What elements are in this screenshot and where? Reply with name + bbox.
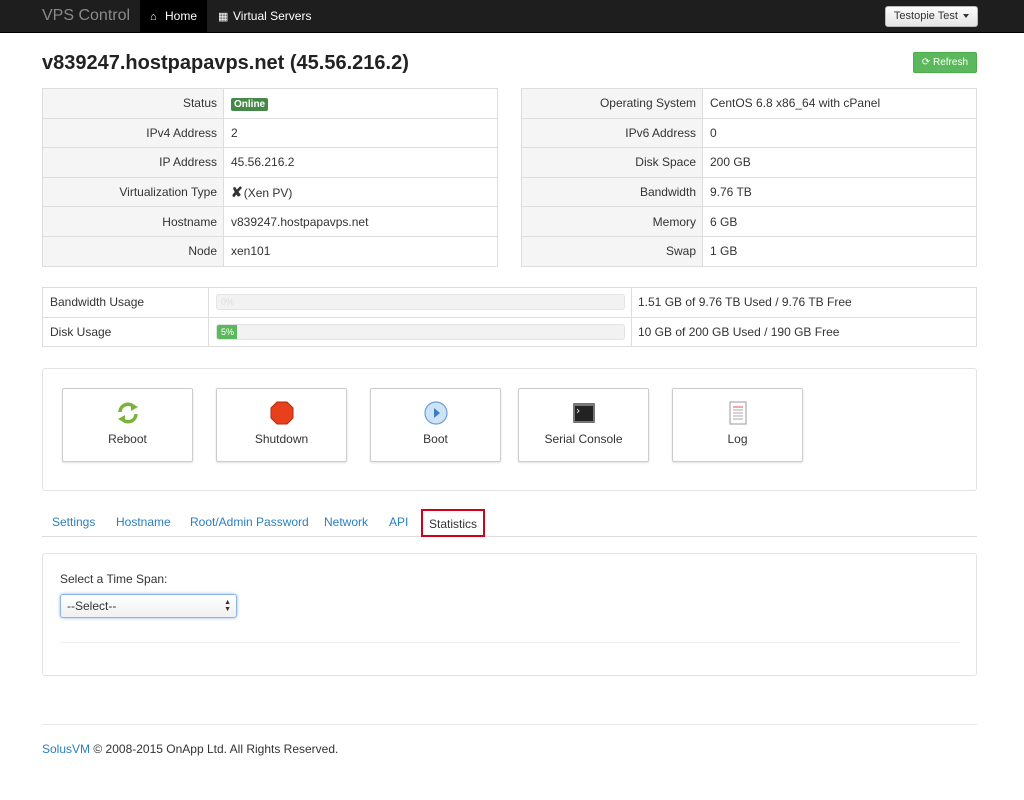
- info-row-memory: Memory 6 GB: [521, 206, 977, 237]
- xen-icon: ✘: [231, 183, 243, 200]
- info-row-hostname: Hostname v839247.hostpapavps.net: [42, 206, 498, 237]
- log-label: Log: [727, 432, 748, 446]
- info-label: Status: [42, 88, 224, 119]
- usage-label: Disk Usage: [42, 316, 209, 347]
- info-value: xen101: [223, 235, 498, 267]
- info-value: (Xen PV): [243, 185, 293, 200]
- user-menu-button[interactable]: Testopie Test: [884, 6, 978, 27]
- info-row-node: Node xen101: [42, 235, 498, 267]
- refresh-button[interactable]: ⟳ Refresh: [912, 52, 977, 73]
- notepad-icon: [729, 401, 746, 425]
- info-row-status: Status Online: [42, 88, 498, 119]
- divider: [60, 642, 960, 643]
- home-icon: ⌂: [150, 11, 157, 23]
- nav-home[interactable]: ⌂ Home: [140, 0, 208, 33]
- usage-text: 1.51 GB of 9.76 TB Used / 9.76 TB Free: [638, 295, 852, 310]
- nav-virtual-servers[interactable]: ▦ Virtual Servers: [208, 0, 321, 33]
- reboot-label: Reboot: [108, 432, 147, 446]
- info-value: 2: [223, 117, 498, 148]
- info-value: 200 GB: [702, 147, 977, 178]
- page-title: v839247.hostpapavps.net (45.56.216.2): [42, 52, 409, 74]
- actions-panel: Reboot Shutdown Boot Serial Console Log: [42, 368, 977, 491]
- footer: SolusVM © 2008-2015 OnApp Ltd. All Right…: [42, 742, 338, 756]
- top-navbar: VPS Control ⌂ Home ▦ Virtual Servers Testo…: [0, 0, 1024, 33]
- copyright-text: © 2008-2015 OnApp Ltd. All Rights Reserv…: [90, 742, 339, 756]
- boot-button[interactable]: Boot: [370, 388, 501, 462]
- time-span-label: Select a Time Span:: [60, 572, 168, 586]
- tab-api[interactable]: API: [389, 515, 408, 529]
- info-label: IPv4 Address: [42, 117, 224, 148]
- info-row-os: Operating System CentOS 6.8 x86_64 with …: [521, 88, 977, 119]
- info-label: Node: [42, 235, 224, 267]
- status-badge: Online: [231, 97, 269, 111]
- info-label: Operating System: [521, 88, 703, 119]
- info-value: CentOS 6.8 x86_64 with cPanel: [710, 96, 881, 111]
- tab-settings[interactable]: Settings: [52, 515, 95, 529]
- disk-progress-bar: 5%: [216, 323, 625, 340]
- info-label: Hostname: [42, 206, 224, 237]
- info-label: Disk Space: [521, 147, 703, 178]
- info-label: Memory: [521, 206, 703, 237]
- tab-network[interactable]: Network: [324, 515, 368, 529]
- time-span-selected: --Select--: [67, 599, 117, 613]
- progress-percent: 5%: [221, 326, 235, 337]
- reboot-button[interactable]: Reboot: [62, 388, 193, 462]
- tab-hostname[interactable]: Hostname: [116, 515, 171, 529]
- statistics-panel: Select a Time Span: --Select-- ▲ ▼: [42, 553, 977, 676]
- user-name: Testopie Test: [893, 10, 958, 22]
- info-value: 0: [702, 117, 977, 148]
- shutdown-button[interactable]: Shutdown: [216, 388, 347, 462]
- terminal-icon: [572, 403, 595, 423]
- info-label: Virtualization Type: [42, 176, 224, 207]
- info-value: 45.56.216.2: [223, 147, 498, 178]
- shutdown-label: Shutdown: [254, 432, 309, 446]
- usage-row-bandwidth: Bandwidth Usage 0% 1.51 GB of 9.76 TB Us…: [42, 287, 977, 317]
- refresh-label: Refresh: [932, 57, 968, 68]
- caret-down-icon: [963, 14, 969, 19]
- play-icon: [423, 401, 448, 425]
- usage-label: Bandwidth Usage: [42, 287, 209, 317]
- info-value: 1 GB: [702, 235, 977, 267]
- bandwidth-progress-bar: 0%: [216, 294, 625, 311]
- tab-statistics[interactable]: Statistics: [421, 509, 486, 537]
- info-value: 9.76 TB: [702, 176, 977, 207]
- nav-virtual-servers-label: Virtual Servers: [233, 9, 312, 23]
- serial-console-label: Serial Console: [544, 432, 623, 446]
- usage-row-disk: Disk Usage 5% 10 GB of 200 GB Used / 190…: [42, 316, 977, 347]
- boot-label: Boot: [423, 432, 448, 446]
- server-info-table: Status Online IPv4 Address 2 IP Address …: [42, 88, 498, 267]
- info-row-ip: IP Address 45.56.216.2: [42, 147, 498, 178]
- server-resources-table: Operating System CentOS 6.8 x86_64 with …: [521, 88, 977, 267]
- info-row-ipv4: IPv4 Address 2: [42, 117, 498, 148]
- time-span-select[interactable]: --Select-- ▲ ▼: [60, 594, 237, 618]
- reboot-icon: [117, 402, 138, 424]
- nav-home-label: Home: [165, 9, 198, 23]
- info-label: IPv6 Address: [521, 117, 703, 148]
- usage-table: Bandwidth Usage 0% 1.51 GB of 9.76 TB Us…: [42, 287, 977, 347]
- info-value: v839247.hostpapavps.net: [223, 206, 498, 237]
- info-row-virtualization: Virtualization Type ✘(Xen PV): [42, 176, 498, 207]
- usage-text: 10 GB of 200 GB Used / 190 GB Free: [631, 316, 977, 347]
- solusvm-link[interactable]: SolusVM: [42, 742, 90, 756]
- progress-percent: 0%: [221, 297, 235, 308]
- info-row-disk: Disk Space 200 GB: [521, 147, 977, 178]
- info-value: 6 GB: [702, 206, 977, 237]
- serial-console-button[interactable]: Serial Console: [518, 388, 649, 462]
- info-label: Swap: [521, 235, 703, 267]
- info-row-swap: Swap 1 GB: [521, 235, 977, 267]
- log-button[interactable]: Log: [672, 388, 803, 462]
- settings-tabs: Settings Hostname Root/Admin Password Ne…: [42, 509, 977, 537]
- footer-divider: [42, 724, 977, 725]
- tab-root-password[interactable]: Root/Admin Password: [190, 515, 309, 529]
- info-row-ipv6: IPv6 Address 0: [521, 117, 977, 148]
- info-row-bandwidth: Bandwidth 9.76 TB: [521, 176, 977, 207]
- info-label: Bandwidth: [521, 176, 703, 207]
- info-label: IP Address: [42, 147, 224, 178]
- stop-icon: [270, 401, 293, 425]
- refresh-icon: ⟳: [921, 57, 931, 68]
- select-arrows-icon: ▲ ▼: [224, 599, 231, 613]
- grid-icon: ▦: [218, 11, 229, 23]
- brand-logo[interactable]: VPS Control: [42, 7, 130, 25]
